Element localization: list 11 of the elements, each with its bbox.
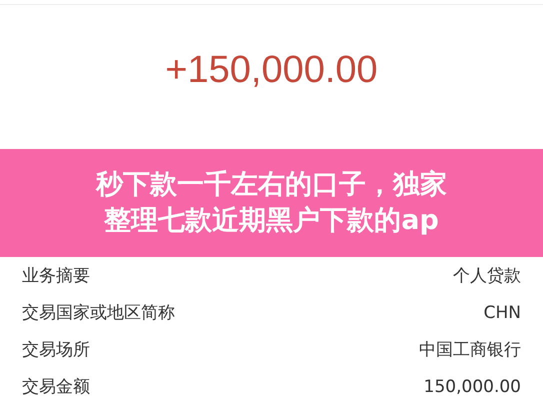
transaction-amount: +150,000.00 bbox=[165, 49, 378, 92]
field-label: 交易金额 bbox=[22, 376, 90, 398]
field-value: 中国工商银行 bbox=[419, 339, 521, 361]
field-label: 业务摘要 bbox=[22, 265, 90, 287]
field-value: CHN bbox=[484, 302, 521, 322]
banner-title-line: 整理七款近期黑户下款的ap bbox=[104, 205, 439, 238]
field-value: 个人贷款 bbox=[453, 265, 521, 287]
field-value: 150,000.00 bbox=[424, 376, 521, 396]
field-label: 交易国家或地区简称 bbox=[22, 302, 175, 324]
field-label: 交易场所 bbox=[22, 339, 90, 361]
banner-title-line: 秒下款一千左右的口子，独家 bbox=[96, 168, 447, 201]
